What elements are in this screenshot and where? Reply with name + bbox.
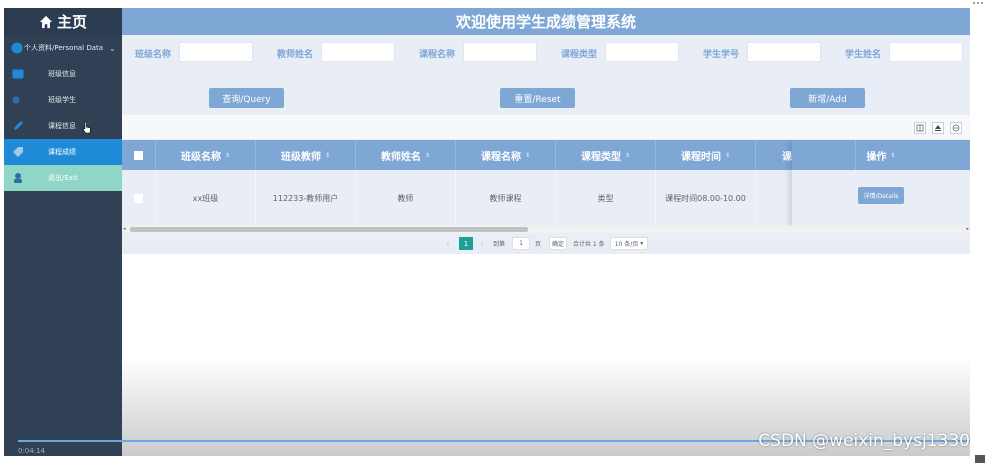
search-label-course-name: 课程名称 [419, 50, 456, 60]
select-all-checkbox[interactable] [134, 150, 143, 160]
users-icon [12, 94, 24, 106]
row-checkbox[interactable] [134, 193, 143, 203]
operation-column: 操作 ⇕ 详情/Details [792, 140, 970, 226]
sort-icon[interactable]: ⇕ [425, 152, 430, 159]
columns-icon[interactable] [914, 122, 926, 134]
sidebar-item-label: 退出/Exit [48, 174, 78, 182]
column-header-course-name[interactable]: 课程名称 ⇕ [456, 140, 556, 170]
scrollbar-thumb[interactable] [130, 227, 528, 232]
select-all-cell [122, 140, 156, 170]
cell-course-time: 课程时间08.00-10.00 [656, 170, 756, 226]
teacher-name-input[interactable] [321, 42, 395, 62]
cell-course-type: 类型 [556, 170, 656, 226]
column-header-course-type[interactable]: 课程类型 ⇕ [556, 140, 656, 170]
reset-button[interactable]: 重置/Reset [500, 88, 575, 108]
sidebar-group-label: 个人资料/Personal Data [24, 44, 104, 52]
watermark: CSDN @weixin_bysj1330 [758, 431, 970, 451]
cell-course-name: 教师课程 [456, 170, 556, 226]
column-header-class-teacher[interactable]: 班级教师 ⇕ [256, 140, 356, 170]
video-timestamp: 0:04:14 [18, 447, 45, 455]
column-header-operation[interactable]: 操作 ⇕ [792, 140, 970, 170]
cell-class-teacher: 112233-教师用户 [256, 170, 356, 226]
scroll-left-icon[interactable]: ◂ [123, 226, 126, 232]
sidebar-item-course-info[interactable]: 课程信息 [4, 113, 122, 139]
goto-page-input[interactable]: 1 [512, 237, 530, 250]
search-label-student-name: 学生姓名 [845, 50, 882, 60]
app-frame: 主页 个人资料/Personal Data ⌄ 班级信息 班级学生 课程信息 课… [4, 8, 970, 456]
sidebar-group-personal-data[interactable]: 个人资料/Personal Data ⌄ [4, 35, 122, 61]
page-number-current[interactable]: 1 [459, 237, 473, 250]
sidebar-item-label: 班级信息 [48, 70, 76, 78]
search-label-class-name: 班级名称 [135, 50, 172, 60]
sort-icon[interactable]: ⇕ [890, 152, 895, 159]
sort-icon[interactable]: ⇕ [625, 152, 630, 159]
sidebar: 主页 个人资料/Personal Data ⌄ 班级信息 班级学生 课程信息 课… [4, 8, 122, 456]
total-count: 合计共 1 条 [573, 241, 605, 248]
sort-icon[interactable]: ⇕ [325, 152, 330, 159]
column-header-class-name[interactable]: 班级名称 ⇕ [156, 140, 256, 170]
sidebar-item-label: 课程成绩 [48, 148, 76, 156]
next-page-button[interactable]: › [480, 237, 484, 250]
row-select-cell [122, 170, 156, 226]
prev-page-button[interactable]: ‹ [446, 237, 450, 250]
student-id-input[interactable] [747, 42, 821, 62]
query-button[interactable]: 查询/Query [209, 88, 284, 108]
search-label-course-type: 课程类型 [561, 50, 598, 60]
page-unit-label: 页 [535, 241, 542, 248]
search-label-teacher-name: 教师姓名 [277, 50, 314, 60]
main-content: 欢迎使用学生成绩管理系统 班级名称 教师姓名 课程名称 课程类型 学生学号 学生… [122, 8, 970, 456]
user-circle-icon [11, 42, 23, 54]
table-toolbar [122, 115, 970, 140]
cell-operation: 详情/Details [792, 170, 970, 226]
sidebar-item-class-info[interactable]: 班级信息 [4, 61, 122, 87]
column-header-teacher-name[interactable]: 教师姓名 ⇕ [356, 140, 456, 170]
pointer-cursor-icon [82, 121, 92, 136]
tag-icon [12, 146, 24, 158]
chevron-down-icon: ▾ [640, 240, 644, 247]
home-label: 主页 [56, 13, 87, 31]
sidebar-item-exit[interactable]: 退出/Exit [4, 165, 122, 191]
home-link[interactable]: 主页 [4, 8, 122, 35]
goto-label: 到第 [493, 241, 506, 248]
student-name-input[interactable] [889, 42, 963, 62]
add-button[interactable]: 新增/Add [790, 88, 865, 108]
pagination: ‹ 1 › 到第 1 页 确定 合计共 1 条 10 条/页 ▾ [122, 233, 970, 254]
sidebar-item-course-scores[interactable]: 课程成绩 [4, 139, 122, 165]
cell-class-name: xx班级 [156, 170, 256, 226]
goto-confirm-button[interactable]: 确定 [549, 237, 567, 250]
column-header-course-time[interactable]: 课程时间 ⇕ [656, 140, 756, 170]
course-name-input[interactable] [463, 42, 537, 62]
export-icon[interactable] [932, 122, 944, 134]
sidebar-item-label: 班级学生 [48, 96, 76, 104]
sort-icon[interactable]: ⇕ [525, 152, 530, 159]
details-button[interactable]: 详情/Details [857, 187, 905, 204]
data-table: 班级名称 ⇕ 班级教师 ⇕ 教师姓名 ⇕ 课程名称 ⇕ 课程类型 ⇕ 课程时间 ⇕ 课 xx… [122, 140, 970, 226]
page-title: 欢迎使用学生成绩管理系统 [122, 8, 970, 35]
exit-icon [12, 172, 24, 184]
sidebar-item-class-students[interactable]: 班级学生 [4, 87, 122, 113]
search-label-student-id: 学生学号 [703, 50, 740, 60]
corner-mark [973, 2, 983, 4]
scroll-right-icon[interactable]: ▸ [966, 226, 969, 232]
cell-teacher-name: 教师 [356, 170, 456, 226]
sidebar-item-label: 课程信息 [48, 122, 76, 130]
search-form: 班级名称 教师姓名 课程名称 课程类型 学生学号 学生姓名 查询/Query 重… [122, 35, 970, 115]
sort-icon[interactable]: ⇕ [725, 152, 730, 159]
chevron-down-icon: ⌄ [109, 43, 116, 53]
sort-icon[interactable]: ⇕ [225, 152, 230, 159]
card-icon [12, 68, 24, 80]
corner-block [975, 455, 985, 463]
home-icon [39, 15, 53, 28]
course-type-input[interactable] [605, 42, 679, 62]
class-name-input[interactable] [179, 42, 253, 62]
print-icon[interactable] [950, 122, 962, 134]
page-size-select[interactable]: 10 条/页 ▾ [610, 237, 648, 250]
pencil-icon [12, 120, 24, 132]
horizontal-scrollbar[interactable]: ◂ ▸ [122, 226, 970, 233]
